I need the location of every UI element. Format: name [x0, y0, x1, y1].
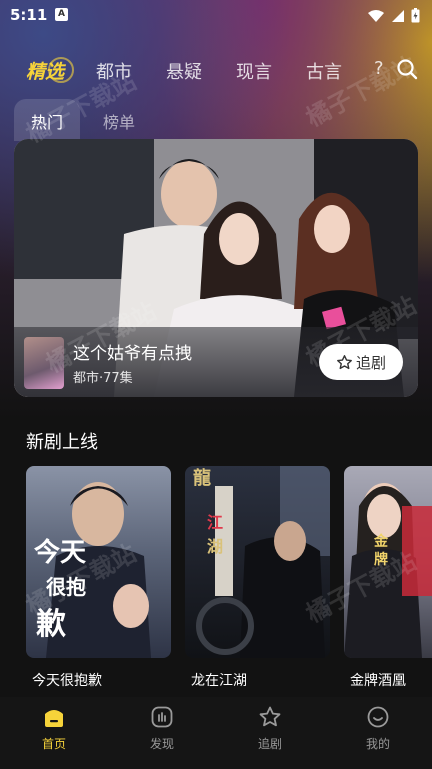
bottom-nav: 首页 发现 追剧 我的 — [0, 697, 432, 769]
svg-text:很抱: 很抱 — [46, 575, 86, 599]
bottom-nav-home[interactable]: 首页 — [24, 705, 84, 752]
poster-art: 金 牌 — [344, 483, 432, 658]
drama-title: 龙在江湖 — [191, 673, 247, 689]
search-icon[interactable] — [396, 58, 418, 80]
svg-text:湖: 湖 — [207, 537, 223, 556]
bottom-nav-discover[interactable]: 发现 — [132, 705, 192, 752]
profile-icon — [367, 706, 389, 728]
drama-poster: 今天 很抱 歉 — [26, 466, 171, 658]
new-drama-list[interactable]: 今天 很抱 歉 今天很抱歉 龍 江 湖 龙在江湖 金 牌 金牌酒凰 — [0, 466, 432, 696]
section-title-new: 新剧上线 — [26, 432, 98, 453]
svg-text:今天: 今天 — [34, 537, 86, 568]
home-icon — [45, 710, 63, 727]
category-tab-more[interactable]: ? — [374, 58, 384, 79]
bottom-nav-profile[interactable]: 我的 — [348, 705, 408, 752]
svg-text:金: 金 — [373, 533, 389, 550]
status-time: 5:11 — [10, 6, 48, 24]
drama-poster: 龍 江 湖 — [185, 466, 330, 658]
drama-title: 金牌酒凰 — [350, 673, 406, 689]
drama-card[interactable]: 金 牌 金牌酒凰 — [344, 466, 432, 689]
hero-meta: 都市·77集 — [73, 371, 133, 386]
svg-text:龍: 龍 — [193, 467, 211, 489]
category-tab-urban[interactable]: 都市 — [96, 58, 132, 84]
hero-info-bar: 这个姑爷有点拽 都市·77集 追剧 — [14, 327, 418, 397]
svg-text:歉: 歉 — [36, 607, 66, 642]
follow-label: 追剧 — [355, 353, 386, 372]
category-nav: 精选 都市 悬疑 现言 古言 ? — [0, 48, 432, 90]
hero-banner[interactable]: 这个姑爷有点拽 都市·77集 追剧 — [14, 139, 418, 397]
discover-icon — [151, 706, 173, 728]
star-outline-icon — [337, 354, 352, 369]
bottom-nav-label: 追剧 — [257, 737, 282, 751]
star-icon — [259, 706, 281, 727]
status-indicators — [367, 8, 420, 23]
drama-poster: 金 牌 — [344, 466, 432, 658]
signal-icon — [392, 9, 404, 22]
status-bar: 5:11 A — [0, 0, 432, 32]
poster-art: 今天 很抱 歉 — [34, 482, 151, 658]
drama-card[interactable]: 龍 江 湖 龙在江湖 — [185, 466, 330, 689]
tab-ranking[interactable]: 榜单 — [84, 99, 154, 141]
hero-title: 这个姑爷有点拽 — [73, 344, 192, 364]
svg-text:江: 江 — [207, 513, 223, 532]
follow-button[interactable]: 追剧 — [319, 344, 403, 380]
category-tab-ancient-romance[interactable]: 古言 — [306, 58, 342, 84]
drama-title: 今天很抱歉 — [32, 673, 102, 689]
poster-art: 龍 江 湖 — [193, 466, 330, 658]
battery-icon — [411, 8, 420, 23]
svg-text:牌: 牌 — [374, 551, 388, 568]
wifi-icon — [368, 9, 384, 22]
sub-tabs: 热门 榜单 — [14, 99, 154, 141]
bottom-nav-label: 发现 — [149, 737, 174, 751]
category-tab-modern-romance[interactable]: 现言 — [236, 58, 272, 84]
category-tab-suspense[interactable]: 悬疑 — [166, 58, 202, 84]
bottom-nav-label: 首页 — [41, 737, 66, 751]
bottom-nav-follow[interactable]: 追剧 — [240, 705, 300, 752]
app-notification-icon: A — [55, 8, 68, 21]
drama-card[interactable]: 今天 很抱 歉 今天很抱歉 — [26, 466, 171, 689]
tab-hot[interactable]: 热门 — [14, 99, 80, 141]
hero-thumbnail — [24, 337, 64, 389]
bottom-nav-label: 我的 — [365, 737, 390, 751]
category-tab-featured[interactable]: 精选 — [26, 57, 75, 84]
